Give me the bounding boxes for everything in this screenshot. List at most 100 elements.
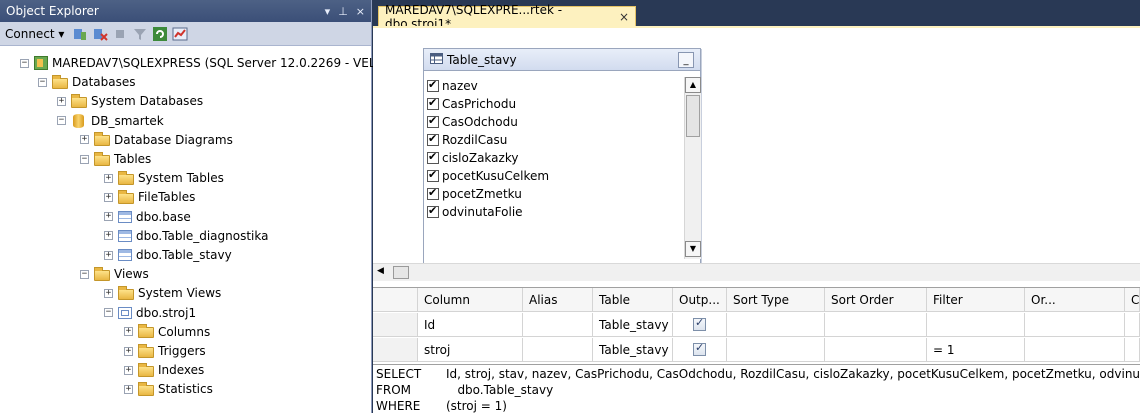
collapse-icon[interactable]: − [20, 58, 29, 68]
column-checkbox[interactable] [427, 186, 439, 200]
filter-icon[interactable] [132, 26, 148, 42]
column-cell[interactable]: stroj [418, 338, 523, 361]
tree-node[interactable]: + Indexes [124, 361, 204, 379]
criteria-row[interactable]: stroj Table_stavy = 1 [373, 338, 1140, 362]
alias-cell[interactable] [523, 338, 593, 361]
collapse-icon[interactable]: − [57, 116, 66, 126]
tree-node[interactable]: + dbo.Table_stavy [104, 246, 232, 264]
tree-node[interactable]: − Tables [80, 150, 151, 168]
window-position-dropdown-icon[interactable]: ▾ [325, 5, 331, 18]
table-column-item[interactable]: cisloZakazky [427, 149, 679, 167]
expand-icon[interactable]: + [104, 192, 113, 202]
criteria-row[interactable]: Id Table_stavy [373, 313, 1140, 337]
collapse-icon[interactable]: − [80, 269, 89, 279]
or-cell[interactable] [1025, 313, 1125, 336]
refresh-icon[interactable] [152, 26, 168, 42]
expand-icon[interactable]: + [104, 231, 113, 241]
table-cell[interactable]: Table_stavy [593, 338, 673, 361]
scroll-up-icon[interactable]: ▲ [685, 77, 701, 93]
sort-type-cell[interactable] [727, 313, 825, 336]
horizontal-scrollbar-thumb[interactable] [393, 266, 409, 279]
column-checkbox[interactable] [427, 204, 439, 218]
expand-icon[interactable]: + [124, 384, 133, 394]
table-column-item[interactable]: odvinutaFolie [427, 203, 679, 221]
table-box-table-stavy[interactable]: Table_stavy _ nazev CasPrichodu CasOdchodu… [423, 48, 701, 264]
or-header[interactable]: Or... [1025, 288, 1125, 311]
collapse-icon[interactable]: − [80, 154, 89, 164]
table-column-item[interactable]: CasPrichodu [427, 95, 679, 113]
row-selector[interactable] [373, 338, 418, 361]
tree-node[interactable]: − dbo.stroj1 [104, 304, 196, 322]
tree-node[interactable]: − Databases [38, 73, 136, 91]
row-selector[interactable] [373, 313, 418, 336]
tree-node[interactable]: − DB_smartek [57, 112, 164, 130]
expand-icon[interactable]: + [104, 250, 113, 260]
table-column-item[interactable]: pocetZmetku [427, 185, 679, 203]
sort-order-header[interactable]: Sort Order [825, 288, 927, 311]
expand-icon[interactable]: + [57, 96, 66, 106]
diagram-horizontal-scrollbar[interactable]: ◀ [373, 263, 1140, 281]
scroll-down-icon[interactable]: ▼ [685, 241, 701, 257]
output-header[interactable]: Outp... [673, 288, 727, 311]
filter-header[interactable]: Filter [927, 288, 1025, 311]
tree-node[interactable]: − Views [80, 265, 149, 283]
tree-node[interactable]: + dbo.base [104, 208, 191, 226]
next-cell[interactable] [1125, 338, 1140, 361]
disconnect-icon[interactable] [92, 26, 109, 42]
column-cell[interactable]: Id [418, 313, 523, 336]
output-checkbox-cell[interactable] [673, 313, 727, 336]
expand-icon[interactable]: + [124, 365, 133, 375]
table-column-item[interactable]: RozdilCasu [427, 131, 679, 149]
output-checkbox-cell[interactable] [673, 338, 727, 361]
column-checkbox[interactable] [427, 150, 439, 164]
table-box-scrollbar[interactable]: ▲ ▼ [684, 77, 701, 259]
tree-node[interactable]: + Triggers [124, 342, 206, 360]
tree-node[interactable]: + System Databases [57, 92, 203, 110]
sort-type-header[interactable]: Sort Type [727, 288, 825, 311]
connect-button[interactable]: Connect ▾ [5, 27, 64, 41]
output-checkbox[interactable] [693, 341, 706, 356]
minimize-button[interactable]: _ [678, 51, 694, 68]
close-panel-icon[interactable]: × [356, 5, 365, 18]
table-box-header[interactable]: Table_stavy _ [424, 49, 700, 71]
table-column-item[interactable]: pocetKusuCelkem [427, 167, 679, 185]
auto-hide-pin-icon[interactable]: ⊥ [338, 5, 348, 18]
expand-icon[interactable]: + [124, 327, 133, 337]
sql-pane[interactable]: SELECT Id, stroj, stav, nazev, CasPrichod… [373, 364, 1140, 413]
expand-icon[interactable]: + [104, 212, 113, 222]
column-checkbox[interactable] [427, 114, 439, 128]
scroll-left-icon[interactable]: ◀ [377, 266, 384, 276]
table-column-item[interactable]: CasOdchodu [427, 113, 679, 131]
column-checkbox[interactable] [427, 78, 439, 92]
collapse-icon[interactable]: − [38, 77, 47, 87]
collapse-icon[interactable]: − [104, 308, 113, 318]
tree-node[interactable]: + Database Diagrams [80, 131, 233, 149]
sort-type-cell[interactable] [727, 338, 825, 361]
tree-node[interactable]: − MAREDAV7\SQLEXPRESS (SQL Server 12.0.22… [20, 54, 389, 72]
tree-node[interactable]: + Statistics [124, 380, 213, 398]
tab-view-designer[interactable]: MAREDAV7\SQLEXPRE...rtek - dbo.stroj1* × [378, 3, 636, 31]
next-cell[interactable] [1125, 313, 1140, 336]
table-column-item[interactable]: nazev [427, 77, 679, 95]
table-cell[interactable]: Table_stavy [593, 313, 673, 336]
filter-cell[interactable] [927, 313, 1025, 336]
tree-node[interactable]: + System Tables [104, 169, 224, 187]
column-checkbox[interactable] [427, 132, 439, 146]
tree-node[interactable]: + FileTables [104, 188, 195, 206]
table-header[interactable]: Table [593, 288, 673, 311]
tree-node[interactable]: + dbo.Table_diagnostika [104, 227, 268, 245]
scrollbar-thumb[interactable] [686, 95, 700, 137]
column-checkbox[interactable] [427, 96, 439, 110]
sort-order-cell[interactable] [825, 313, 927, 336]
output-checkbox[interactable] [693, 316, 706, 331]
alias-cell[interactable] [523, 313, 593, 336]
close-tab-icon[interactable]: × [619, 10, 629, 24]
expand-icon[interactable]: + [104, 173, 113, 183]
next-column-header[interactable]: C [1125, 288, 1140, 311]
expand-icon[interactable]: + [80, 135, 89, 145]
expand-icon[interactable]: + [124, 346, 133, 356]
tree-node[interactable]: + Columns [124, 323, 210, 341]
column-header[interactable]: Column [418, 288, 523, 311]
activity-monitor-icon[interactable] [172, 26, 188, 42]
column-checkbox[interactable] [427, 168, 439, 182]
